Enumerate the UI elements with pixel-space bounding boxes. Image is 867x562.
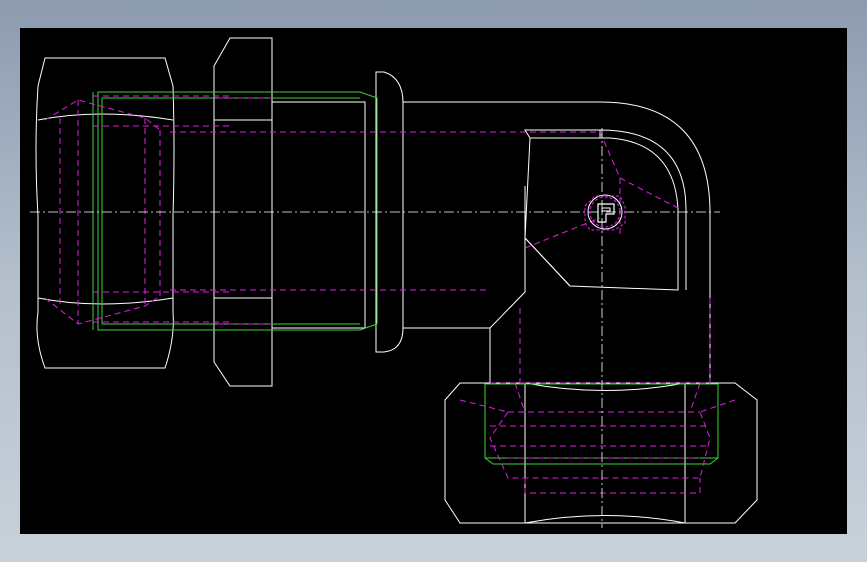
- elbow-body: [272, 71, 711, 383]
- parker-logo-icon: [584, 194, 626, 231]
- cad-viewport[interactable]: [20, 28, 847, 534]
- centerlines: [30, 128, 720, 528]
- fitting-drawing: [30, 37, 758, 528]
- thread-lines: [92, 91, 719, 465]
- hidden-lines: [44, 95, 736, 494]
- bottom-hex-nut: [444, 382, 758, 524]
